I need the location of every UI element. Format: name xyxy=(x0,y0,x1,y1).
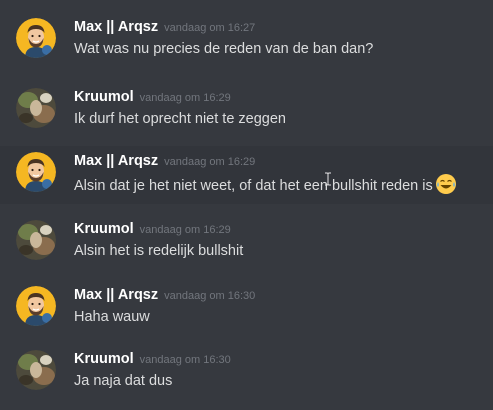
message-timestamp: vandaag om 16:27 xyxy=(164,22,256,34)
kruumol-avatar-icon xyxy=(16,88,56,128)
message-item: Kruumol vandaag om 16:30 Ja naja dat dus xyxy=(0,346,493,402)
message-text: Alsin het is redelijk bullshit xyxy=(74,243,244,259)
message-timestamp: vandaag om 16:29 xyxy=(164,156,256,168)
message-item: Kruumol vandaag om 16:29 Alsin het is red… xyxy=(0,216,493,272)
avatar-max[interactable] xyxy=(16,152,56,192)
text-cursor-icon xyxy=(324,172,332,186)
message-text: Ja naja dat dus xyxy=(74,373,173,389)
message-item: Kruumol vandaag om 16:29 Ik durf het opre… xyxy=(0,84,493,140)
message-author[interactable]: Max || Arqsz xyxy=(74,287,158,303)
message-timestamp: vandaag om 16:30 xyxy=(139,354,231,366)
chat-messages: Max || Arqsz vandaag om 16:27 Wat was nu … xyxy=(0,0,493,410)
message-item: Max || Arqsz vandaag om 16:30 Haha wauw xyxy=(0,282,493,338)
message-item: Max || Arqsz vandaag om 16:27 Wat was nu … xyxy=(0,14,493,70)
message-timestamp: vandaag om 16:30 xyxy=(164,290,256,302)
kruumol-avatar-icon xyxy=(16,350,56,390)
avatar-kruumol[interactable] xyxy=(16,88,56,128)
message-text: Haha wauw xyxy=(74,309,150,325)
message-text: Ik durf het oprecht niet te zeggen xyxy=(74,111,286,127)
message-timestamp: vandaag om 16:29 xyxy=(139,224,231,236)
max-avatar-icon xyxy=(16,18,56,58)
avatar-kruumol[interactable] xyxy=(16,350,56,390)
avatar-max[interactable] xyxy=(16,18,56,58)
message-timestamp: vandaag om 16:29 xyxy=(139,92,231,104)
kruumol-avatar-icon xyxy=(16,220,56,260)
message-author[interactable]: Max || Arqsz xyxy=(74,153,158,169)
max-avatar-icon xyxy=(16,286,56,326)
message-item: Max || Arqsz vandaag om 16:29 Alsin dat j… xyxy=(0,146,493,204)
max-avatar-icon xyxy=(16,152,56,192)
message-text: Wat was nu precies de reden van de ban d… xyxy=(74,41,374,57)
message-text: Alsin dat je het niet weet, of dat het e… xyxy=(74,178,433,194)
message-text-row: Alsin dat je het niet weet, of dat het e… xyxy=(74,173,457,196)
avatar-kruumol[interactable] xyxy=(16,220,56,260)
joy-emoji-icon[interactable] xyxy=(435,173,457,195)
message-author[interactable]: Kruumol xyxy=(74,221,134,237)
message-author[interactable]: Kruumol xyxy=(74,89,134,105)
message-author[interactable]: Kruumol xyxy=(74,351,134,367)
message-author[interactable]: Max || Arqsz xyxy=(74,19,158,35)
avatar-max[interactable] xyxy=(16,286,56,326)
